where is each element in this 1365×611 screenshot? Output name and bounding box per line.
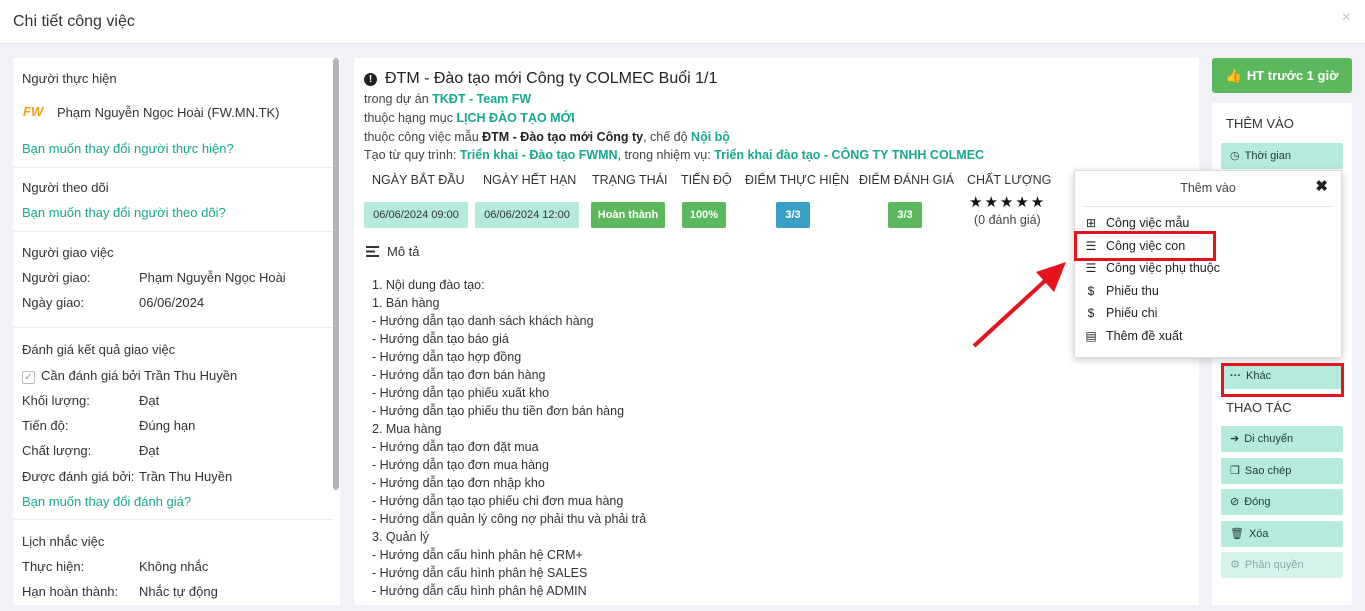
trash-icon: 🗑 — [1230, 528, 1244, 540]
evaluation-heading: Đánh giá kết quả giao việc — [22, 342, 176, 357]
copy-button[interactable]: ❐ Sao chép — [1221, 458, 1343, 484]
evaluation-section: Đánh giá kết quả giao việc ✓ Cần đánh giá… — [13, 328, 333, 520]
popup-title: Thêm vào — [1180, 181, 1236, 195]
popup-close-icon[interactable]: ✖ — [1315, 177, 1328, 195]
category-link[interactable]: LỊCH ĐÀO TẠO MỚI — [456, 111, 574, 125]
dollar-icon: $ — [1087, 306, 1095, 320]
col-start-date: NGÀY BẮT ĐẦU — [372, 173, 465, 187]
project-line: trong dự án TKĐT - Team FW — [364, 92, 532, 106]
col-eval-score: ĐIỂM ĐÁNH GIÁ — [859, 173, 955, 187]
quality-stars-icon[interactable]: ★★★★★ — [969, 193, 1046, 211]
add-heading: THÊM VÀO — [1226, 116, 1294, 131]
process-line: Tạo từ quy trình: Triển khai - Đào tạo F… — [364, 148, 985, 162]
modal-title: Chi tiết công việc — [13, 13, 135, 30]
modal-header: Chi tiết công việc × — [0, 0, 1365, 44]
move-button[interactable]: ➔ Di chuyển — [1221, 426, 1343, 452]
popup-item-template-task[interactable]: ⊞ Công việc mẫu — [1083, 216, 1189, 230]
exclamation-icon: ! — [364, 73, 377, 86]
timeliness-row: Tiến độ: Đúng hạn — [22, 418, 196, 433]
progress-badge: 100% — [682, 202, 726, 228]
close-task-button[interactable]: ⊘ Đóng — [1221, 489, 1343, 515]
popup-item-dependent-task[interactable]: ☰ Công việc phụ thuộc — [1083, 261, 1220, 275]
col-quality: CHẤT LƯỢNG — [967, 173, 1052, 187]
reminder-heading: Lịch nhắc việc — [22, 534, 105, 549]
status-badge: Hoàn thành — [591, 202, 665, 228]
scrollbar[interactable] — [333, 58, 339, 490]
permission-button[interactable]: ⚙ Phân quyền — [1221, 552, 1343, 578]
col-end-date: NGÀY HẾT HẠN — [483, 173, 577, 187]
checkbox-icon[interactable]: ✓ — [22, 371, 35, 384]
mode-link[interactable]: Nội bộ — [691, 130, 730, 144]
eval-score-badge: 3/3 — [888, 202, 922, 228]
description-heading: Mô tả — [366, 244, 420, 260]
volume-row: Khối lượng: Đạt — [22, 393, 160, 408]
highlight-other-box — [1221, 363, 1344, 397]
assign-date-row: Ngày giao: 06/06/2024 — [22, 295, 205, 310]
popup-divider — [1083, 206, 1333, 207]
category-line: thuộc hạng mục LỊCH ĐÀO TẠO MỚI — [364, 111, 575, 125]
clock-icon: ◷ — [1230, 150, 1240, 162]
evaluation-check[interactable]: ✓ Cần đánh giá bởi Trần Thu Huyền — [22, 368, 237, 384]
red-arrow-icon — [972, 262, 1066, 348]
performer-heading: Người thực hiện — [22, 71, 117, 86]
actions-heading: THAO TÁC — [1226, 400, 1292, 415]
col-status: TRẠNG THÁI — [592, 173, 668, 187]
delete-button[interactable]: 🗑 Xóa — [1221, 521, 1343, 547]
reminder-section: Lịch nhắc việc Thực hiện: Không nhắc Hạn … — [13, 520, 333, 605]
dollar-icon: $ — [1087, 284, 1095, 298]
task-title: ! ĐTM - Đào tạo mới Công ty COLMEC Buổi 1… — [364, 70, 717, 88]
add-to-popup: Thêm vào ✖ ⊞ Công việc mẫu ☰ Công việc con… — [1074, 170, 1342, 358]
assigner-section: Người giao việc Người giao: Phạm Nguyễn N… — [13, 232, 333, 328]
exec-score-badge: 3/3 — [776, 202, 810, 228]
remind-button[interactable]: 👍 HT trước 1 giờ — [1212, 58, 1352, 93]
rating-count: (0 đánh giá) — [974, 213, 1041, 227]
change-evaluation-link[interactable]: Bạn muốn thay đổi đánh giá? — [22, 494, 191, 509]
reminder-exec-row: Thực hiện: Không nhắc — [22, 559, 209, 574]
assigner-row: Người giao: Phạm Nguyễn Ngọc Hoài — [22, 270, 286, 285]
list-icon: ☰ — [1085, 261, 1097, 275]
ban-icon: ⊘ — [1230, 496, 1240, 508]
change-performer-link[interactable]: Bạn muốn thay đổi người thực hiện? — [22, 141, 234, 156]
follower-section: Người theo dõi Bạn muốn thay đổi người t… — [13, 168, 333, 232]
close-icon[interactable]: × — [1342, 9, 1351, 27]
end-date-pill: 06/06/2024 12:00 — [475, 202, 579, 228]
col-exec-score: ĐIỂM THỰC HIỆN — [745, 173, 850, 187]
fw-logo-icon: FW — [23, 104, 44, 119]
assigner-heading: Người giao việc — [22, 245, 114, 260]
change-follower-link[interactable]: Bạn muốn thay đổi người theo dõi? — [22, 205, 226, 220]
arrow-right-icon: ➔ — [1230, 433, 1240, 445]
mission-link[interactable]: Triển khai đào tạo - CÔNG TY TNHH COLMEC — [714, 148, 984, 162]
popup-item-proposal[interactable]: ▤ Thêm đề xuất — [1083, 329, 1182, 343]
evaluated-by-row: Được đánh giá bởi: Trần Thu Huyền — [22, 469, 233, 484]
gear-icon: ⚙ — [1230, 559, 1240, 571]
template-line: thuộc công việc mẫu ĐTM - Đào tạo mới Cô… — [364, 130, 730, 144]
align-left-icon — [366, 245, 379, 260]
follower-heading: Người theo dõi — [22, 180, 109, 195]
description-text: 1. Nội dung đào tạo: 1. Bán hàng - Hướng… — [372, 278, 647, 598]
quality-row: Chất lượng: Đạt — [22, 443, 160, 458]
popup-item-receipt[interactable]: $ Phiếu thu — [1083, 284, 1159, 298]
popup-item-payment[interactable]: $ Phiếu chi — [1083, 306, 1158, 320]
time-button[interactable]: ◷ Thời gian — [1221, 143, 1343, 169]
copy-icon: ❐ — [1230, 465, 1240, 477]
left-panel: Người thực hiện FW Phạm Nguyễn Ngọc Hoài… — [13, 58, 340, 605]
performer-section: Người thực hiện FW Phạm Nguyễn Ngọc Hoài… — [13, 58, 333, 168]
reminder-deadline-row: Hạn hoàn thành: Nhắc tự động — [22, 584, 218, 599]
highlight-subtask-box — [1074, 231, 1216, 261]
file-icon: ▤ — [1085, 329, 1097, 343]
col-progress: TIẾN ĐỘ — [681, 173, 732, 187]
thumbs-up-icon: 👍 — [1225, 68, 1242, 83]
start-date-pill: 06/06/2024 09:00 — [364, 202, 468, 228]
process-link[interactable]: Triển khai - Đào tạo FWMN — [460, 148, 618, 162]
project-link[interactable]: TKĐT - Team FW — [432, 92, 531, 106]
performer-name: Phạm Nguyễn Ngọc Hoài (FW.MN.TK) — [57, 105, 280, 120]
sitemap-icon: ⊞ — [1085, 216, 1097, 230]
